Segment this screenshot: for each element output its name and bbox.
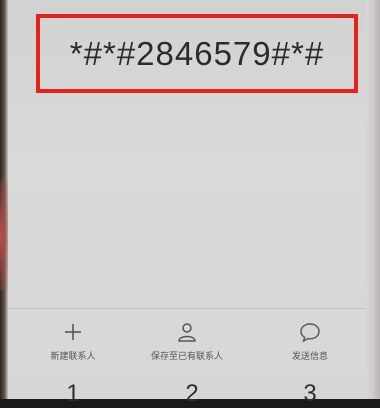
key-3[interactable]: 3 bbox=[280, 380, 340, 408]
person-icon bbox=[178, 323, 196, 342]
save-to-existing-contact-button[interactable]: 保存至已有联系人 bbox=[132, 309, 242, 371]
new-contact-button[interactable]: 新建联系人 bbox=[18, 309, 128, 371]
dialed-number-display[interactable]: *#*#2846579#*# bbox=[36, 14, 358, 93]
dialer-action-bar: 新建联系人 保存至已有联系人 发送信息 bbox=[8, 309, 366, 371]
save-to-existing-label: 保存至已有联系人 bbox=[150, 352, 223, 362]
chat-bubble-icon bbox=[300, 323, 320, 343]
device-bezel-right bbox=[366, 0, 380, 399]
new-contact-label: 新建联系人 bbox=[50, 352, 96, 362]
phone-screen: *#*#2846579#*# 新建联系人 保存至已有联系人 发送信息 1 2 3 bbox=[8, 0, 366, 407]
dialed-number: *#*#2846579#*# bbox=[69, 34, 325, 72]
send-message-label: 发送信息 bbox=[291, 352, 328, 362]
plus-icon bbox=[65, 324, 81, 340]
keypad-row: 1 2 3 bbox=[8, 372, 366, 407]
key-1[interactable]: 1 bbox=[43, 380, 103, 408]
device-bezel-left bbox=[0, 0, 10, 399]
send-message-button[interactable]: 发送信息 bbox=[255, 309, 365, 371]
key-2[interactable]: 2 bbox=[162, 380, 222, 408]
